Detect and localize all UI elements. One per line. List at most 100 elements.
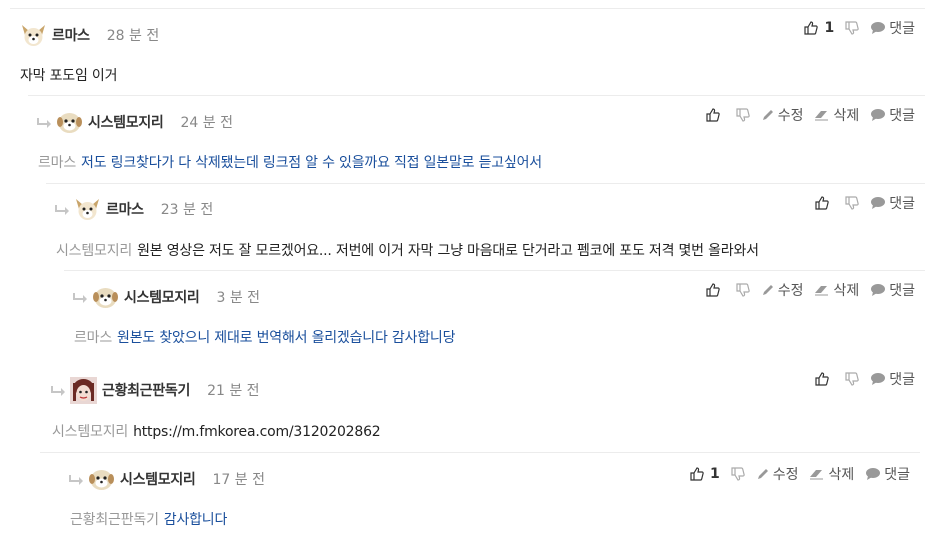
avatar[interactable] [70,376,97,404]
avatar[interactable] [56,109,83,136]
reply-button[interactable]: 댓글 [870,18,915,38]
delete-label: 삭제 [828,467,855,483]
reply-label: 댓글 [889,108,915,124]
delete-label: 삭제 [833,283,860,299]
edit-button[interactable]: 수정 [761,280,803,300]
thumbs-down-icon [731,467,745,481]
delete-button[interactable]: 삭제 [814,105,859,125]
speech-bubble-icon [870,196,886,210]
comment-header: 근황최근판독기 21 분 전 [50,370,260,410]
reply-button[interactable]: 댓글 [870,369,915,389]
comment-text: 저도 링크찾다가 다 삭제됐는데 링크점 알 수 있을까요 직접 일본말로 듣고… [81,155,542,171]
comment-body: 자막 포도임 이거 [20,65,117,85]
reply-arrow-icon [72,290,88,304]
edit-label: 수정 [772,467,799,483]
comment-item: 시스템모지리 3 분 전 수정 삭제 댓글 르마스 원본도 찾았으니 제대로 번… [64,270,925,358]
like-button[interactable] [815,196,829,210]
eraser-icon [809,467,825,481]
mention-name[interactable]: 르마스 [38,155,76,171]
comment-header: 르마스 28 분 전 [20,15,159,55]
thumbs-down-icon [845,21,859,35]
reply-button[interactable]: 댓글 [870,193,915,213]
avatar[interactable] [88,466,115,493]
comment-header: 르마스 23 분 전 [54,189,213,229]
reply-arrow-icon [68,472,84,486]
thumbs-up-icon [706,108,720,122]
thumbs-up-icon [690,467,704,481]
mention-name[interactable]: 근황최근판독기 [70,512,159,528]
timestamp: 24 분 전 [180,115,233,131]
comment-actions: 1 수정 삭제 댓글 [690,464,910,484]
edit-label: 수정 [777,108,804,124]
pencil-icon [761,108,775,122]
dislike-button[interactable] [731,467,745,481]
avatar[interactable] [20,22,47,49]
like-button[interactable] [815,372,829,386]
speech-bubble-icon [865,467,881,481]
dislike-button[interactable] [845,21,859,35]
comment-header: 시스템모지리 3 분 전 [72,277,260,317]
comment-item: 르마스 23 분 전 댓글 시스템모지리 원본 영상은 저도 잘 모르겠어요..… [46,183,925,270]
author-name[interactable]: 시스템모지리 [88,112,164,132]
author-name[interactable]: 시스템모지리 [120,469,196,489]
comment-thread: 르마스 28 분 전 1 댓글 자막 포도임 이거 시스템모지리 24 분 전 … [0,0,937,548]
reply-arrow-icon [50,383,66,397]
comment-body: 시스템모지리 https://m.fmkorea.com/3120202862 [52,421,381,441]
reply-label: 댓글 [889,21,915,37]
like-count: 1 [709,466,720,482]
avatar[interactable] [74,196,101,223]
edit-button[interactable]: 수정 [761,105,804,125]
timestamp: 21 분 전 [207,383,260,399]
comment-text: 감사합니다 [163,512,228,528]
like-button[interactable] [706,283,720,297]
reply-label: 댓글 [884,467,910,483]
author-name[interactable]: 르마스 [106,199,144,219]
comment-text: 원본도 찾았으니 제대로 번역해서 올리겠습니다 감사합니당 [117,330,456,346]
comment-body: 르마스 원본도 찾았으니 제대로 번역해서 올리겠습니다 감사합니당 [74,327,455,347]
pencil-icon [761,283,775,297]
delete-button[interactable]: 삭제 [809,464,854,484]
comment-item: 근황최근판독기 21 분 전 댓글 시스템모지리 https://m.fmkor… [42,365,925,452]
avatar[interactable] [92,284,119,311]
author-name[interactable]: 근황최근판독기 [102,380,190,400]
speech-bubble-icon [870,283,886,297]
reply-arrow-icon [36,115,52,129]
reply-button[interactable]: 댓글 [870,280,915,300]
comment-actions: 수정 삭제 댓글 [706,280,915,300]
like-button[interactable] [706,108,720,122]
author-name[interactable]: 시스템모지리 [124,287,200,307]
mention-name[interactable]: 시스템모지리 [52,424,128,440]
mention-name[interactable]: 르마스 [74,330,112,346]
comment-text: 원본 영상은 저도 잘 모르겠어요... 저번에 이거 자막 그냥 마음대로 단… [137,243,759,259]
thumbs-down-icon [736,108,750,122]
thumbs-up-icon [815,372,829,386]
thumbs-down-icon [736,283,750,297]
comment-actions: 1 댓글 [804,18,915,38]
thumbs-down-icon [845,372,859,386]
dislike-button[interactable] [845,372,859,386]
like-button[interactable]: 1 [804,20,834,36]
comment-item: 시스템모지리 17 분 전 1 수정 삭제 댓글 근황최근판독기 감사합니다 [40,452,920,542]
dislike-button[interactable] [736,108,750,122]
eraser-icon [814,283,830,297]
reply-button[interactable]: 댓글 [865,464,910,484]
thumbs-up-icon [804,21,819,35]
reply-label: 댓글 [889,372,915,388]
pencil-icon [756,467,770,481]
dislike-button[interactable] [736,283,750,297]
comment-actions: 수정 삭제 댓글 [706,105,915,125]
mention-name[interactable]: 시스템모지리 [56,243,132,259]
comment-header: 시스템모지리 17 분 전 [68,459,265,499]
comment-actions: 댓글 [815,369,915,389]
reply-button[interactable]: 댓글 [870,105,915,125]
speech-bubble-icon [870,108,886,122]
speech-bubble-icon [870,372,886,386]
comment-text: https://m.fmkorea.com/3120202862 [133,424,381,440]
author-name[interactable]: 르마스 [52,25,90,45]
comment-body: 근황최근판독기 감사합니다 [70,509,227,529]
like-button[interactable]: 1 [690,466,720,482]
comment-actions: 댓글 [815,193,915,213]
dislike-button[interactable] [845,196,859,210]
delete-button[interactable]: 삭제 [814,280,859,300]
edit-button[interactable]: 수정 [756,464,799,484]
